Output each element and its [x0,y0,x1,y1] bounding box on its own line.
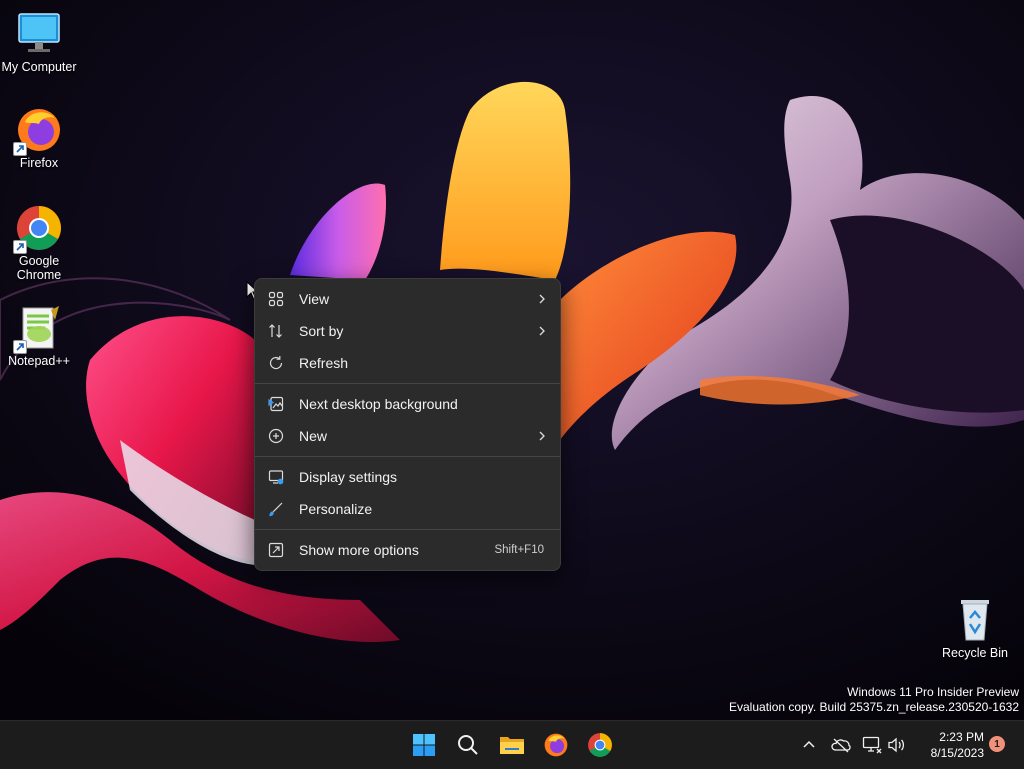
desktop-icon-my-computer[interactable]: My Computer [0,10,78,74]
taskbar-chrome[interactable] [584,729,616,761]
display-settings-icon [267,468,285,486]
firefox-icon [13,106,63,156]
sort-icon [267,322,285,340]
menu-item-label: Refresh [299,355,349,371]
shortcut-arrow-icon [13,142,27,156]
desktop-icon-google-chrome[interactable]: Google Chrome [0,204,78,282]
menu-item-label: Show more options [299,542,419,558]
menu-item-label: New [299,428,328,444]
taskbar: 2:23 PM 8/15/2023 [0,720,1024,769]
chevron-up-icon [803,740,815,748]
volume-icon [888,737,905,753]
chrome-icon [13,204,63,254]
windows-watermark: Windows 11 Pro Insider Preview Evaluatio… [729,685,1019,715]
taskbar-search-button[interactable] [452,729,484,761]
desktop-icon-recycle-bin[interactable]: Recycle Bin [936,596,1014,660]
chevron-right-icon [539,326,545,336]
menu-item-label: Personalize [299,501,373,517]
watermark-edition: Windows 11 Pro Insider Preview [847,685,1019,699]
desktop-icon-label: My Computer [1,60,77,74]
keyboard-shortcut: Shift+F10 [494,544,544,556]
menu-item-label: View [299,291,330,307]
show-hidden-icons-button[interactable] [799,735,819,755]
desktop-icon-label: Firefox [19,156,59,170]
network-icon [862,736,882,754]
plus-circle-icon [267,427,285,445]
taskbar-clock[interactable]: 2:23 PM 8/15/2023 [914,729,984,761]
menu-separator [255,456,560,457]
menu-item-next-desktop-background[interactable]: Next desktop background [255,388,560,420]
grid-icon [267,290,285,308]
chevron-right-icon [539,431,545,441]
brush-icon [267,500,285,518]
shortcut-arrow-icon [13,240,27,254]
next-background-icon [267,395,285,413]
menu-item-display-settings[interactable]: Display settings [255,461,560,493]
shortcut-arrow-icon [13,340,27,354]
refresh-icon [267,354,285,372]
desktop-context-menu: View Sort by Refresh Next desktop backgr… [254,278,561,571]
notepad-plus-plus-icon [13,304,63,354]
watermark-build: Evaluation copy. Build 25375.zn_release.… [729,700,1019,714]
clock-time: 2:23 PM [939,730,984,744]
start-icon [413,734,435,756]
onedrive-button[interactable] [831,735,851,755]
menu-item-sort-by[interactable]: Sort by [255,315,560,347]
notification-badge[interactable]: 1 [989,736,1005,752]
desktop-icon-label: Notepad++ [8,354,70,368]
search-icon [458,735,478,755]
firefox-icon [544,733,568,757]
clock-date: 8/15/2023 [930,746,984,760]
chevron-right-icon [539,294,545,304]
network-button[interactable] [862,735,882,755]
menu-item-label: Sort by [299,323,344,339]
desktop-icon-notepad-plus-plus[interactable]: Notepad++ [0,304,78,368]
menu-item-new[interactable]: New [255,420,560,452]
monitor-icon [15,10,63,58]
recycle-bin-icon [951,596,999,644]
taskbar-file-explorer[interactable] [496,729,528,761]
taskbar-firefox[interactable] [540,729,572,761]
menu-item-personalize[interactable]: Personalize [255,493,560,525]
menu-item-label: Next desktop background [299,396,458,412]
desktop-icon-label: Recycle Bin [942,646,1008,660]
menu-item-show-more-options[interactable]: Show more options Shift+F10 [255,534,560,566]
menu-item-view[interactable]: View [255,283,560,315]
menu-separator [255,383,560,384]
more-options-icon [267,541,285,559]
volume-button[interactable] [886,735,906,755]
menu-item-refresh[interactable]: Refresh [255,347,560,379]
cloud-offline-icon [831,738,851,753]
desktop-icon-firefox[interactable]: Firefox [0,106,78,170]
start-button[interactable] [408,729,440,761]
desktop-icon-label: Google Chrome [16,254,62,282]
menu-item-label: Display settings [299,469,398,485]
menu-separator [255,529,560,530]
file-explorer-icon [500,737,524,754]
chrome-icon [588,733,612,757]
